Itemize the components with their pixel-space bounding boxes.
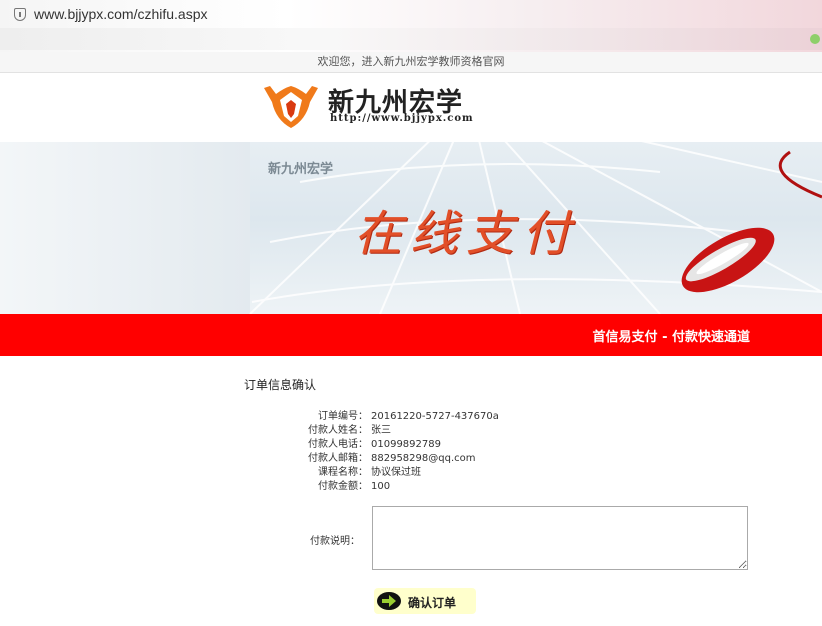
banner-big-title: 在线支付 [354, 206, 579, 262]
welcome-bar: 欢迎您，进入新九州宏学教师资格官网 [0, 52, 822, 73]
confirm-order-label: 确认订单 [408, 596, 457, 610]
order-row-name: 付款人姓名： 张三 [240, 424, 760, 438]
order-row-amount: 付款金额： 100 [240, 480, 760, 494]
logo-mark-icon [264, 86, 318, 128]
order-section-title: 订单信息确认 [244, 378, 317, 392]
amount-label: 付款金额： [318, 481, 368, 492]
payer-email-label: 付款人邮箱： [308, 453, 368, 464]
course-name-value: 协议保过班 [371, 467, 421, 478]
amount-value: 100 [371, 481, 391, 492]
payer-name-label: 付款人姓名： [308, 425, 368, 436]
order-number-value: 20161220-5727-437670a [371, 411, 499, 422]
payment-note-label: 付款说明： [310, 536, 360, 547]
logo-site: http://www.bjjypx.com [330, 113, 474, 124]
banner-small-title: 新九州宏学 [268, 162, 334, 177]
payer-phone-label: 付款人电话： [308, 439, 368, 450]
red-slogan-bar: 首信易支付 - 付款快速通道 [0, 314, 822, 356]
payer-phone-value: 01099892789 [371, 439, 441, 450]
site-logo[interactable]: 新九州宏学 http://www.bjjypx.com [262, 80, 502, 132]
order-number-label: 订单编号： [318, 411, 368, 422]
shield-icon [14, 8, 26, 21]
order-row-course: 课程名称： 协议保过班 [240, 466, 760, 480]
arrow-right-icon [377, 592, 401, 610]
extension-icon[interactable] [810, 34, 820, 44]
order-row-number: 订单编号： 20161220-5727-437670a [240, 410, 760, 424]
payer-name-value: 张三 [371, 425, 391, 436]
order-row-phone: 付款人电话： 01099892789 [240, 438, 760, 452]
payment-note-textarea[interactable] [372, 506, 748, 570]
payment-banner: 新九州宏学 在线支付 [0, 142, 822, 314]
browser-chrome: www.bjjypx.com/czhifu.aspx [0, 0, 822, 52]
slogan-text: 首信易支付 - 付款快速通道 [592, 330, 750, 345]
toolbar-strip [0, 28, 822, 50]
course-name-label: 课程名称： [318, 467, 368, 478]
confirm-order-button[interactable]: 确认订单 [374, 588, 476, 614]
order-row-email: 付款人邮箱： 882958298@qq.com [240, 452, 760, 466]
address-bar[interactable]: www.bjjypx.com/czhifu.aspx [0, 0, 822, 30]
payer-email-value: 882958298@qq.com [371, 453, 476, 464]
url-text[interactable]: www.bjjypx.com/czhifu.aspx [34, 6, 208, 22]
mouse-icon [681, 150, 822, 293]
